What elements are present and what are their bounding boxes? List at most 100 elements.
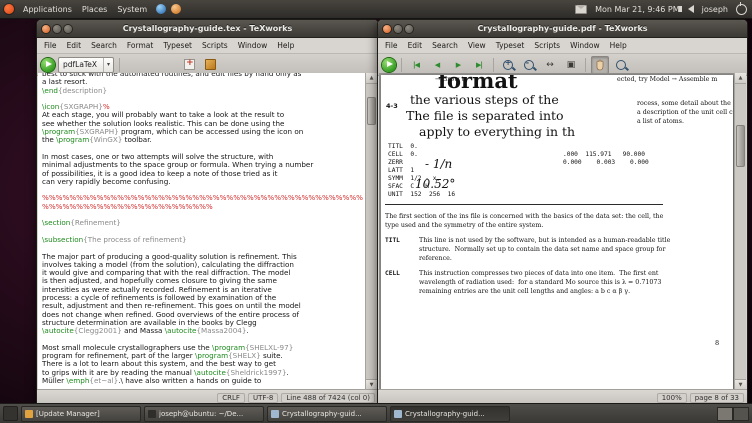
editor-menu-format[interactable]: Format	[122, 40, 158, 51]
pdf-text-fragment: CELL	[385, 270, 400, 277]
session-username[interactable]: joseph	[702, 5, 728, 14]
minimize-button[interactable]	[53, 24, 61, 33]
last-page-button[interactable]: ▶|	[470, 56, 488, 74]
maximize-button[interactable]	[405, 24, 413, 33]
zoom-in-button[interactable]: +	[499, 56, 517, 74]
close-button[interactable]	[383, 24, 391, 33]
editor-window-title: Crystallography-guide.tex - TeXworks	[122, 24, 293, 33]
taskbar-item[interactable]: Crystallography-guid...	[390, 405, 510, 422]
taskbar-item[interactable]: [Update Manager]	[21, 405, 141, 422]
power-icon[interactable]	[736, 1, 747, 15]
pdf-text-fragment: type used and the symmetry of the entire…	[385, 222, 544, 229]
line-ending-indicator[interactable]: CRLF	[217, 392, 245, 403]
editor-scroll-thumb[interactable]	[367, 97, 376, 125]
panel-menu-places[interactable]: Places	[78, 4, 111, 15]
magnifier-icon	[616, 59, 626, 70]
messaging-indicator-icon[interactable]	[575, 4, 588, 14]
pdf-menu-file[interactable]: File	[380, 40, 403, 51]
pdf-menu-edit[interactable]: Edit	[403, 40, 428, 51]
close-button[interactable]	[42, 24, 50, 33]
hand-tool-button[interactable]	[591, 55, 609, 74]
pdf-menubar: File Edit Search View Typeset Scripts Window He…	[378, 38, 747, 54]
maximize-button[interactable]	[64, 24, 72, 33]
editor-line: can very rapidly become confusing.	[42, 176, 171, 186]
pdf-text-fragment: a list of atoms.	[637, 118, 684, 125]
zoom-in-icon: +	[503, 58, 513, 70]
pdf-menu-view[interactable]: View	[463, 40, 491, 51]
volume-icon[interactable]	[678, 5, 694, 13]
taskbar-item-label: [Update Manager]	[36, 409, 100, 418]
typeset-button[interactable]	[382, 57, 396, 72]
panel-menu-system[interactable]: System	[113, 4, 151, 15]
editor-line: \end{description}	[42, 85, 108, 95]
toolbar-separator	[401, 57, 402, 72]
zoom-out-button[interactable]: -	[520, 56, 538, 74]
pdf-text-fragment: apply to everything in th	[419, 124, 576, 139]
toolbar-separator	[119, 57, 121, 72]
pdf-text-fragment: format	[438, 75, 518, 93]
workspace-2[interactable]	[733, 406, 749, 421]
scroll-up-icon[interactable]: ▲	[735, 73, 746, 84]
scroll-up-icon[interactable]: ▲	[366, 73, 377, 84]
magnifier-tool-button[interactable]	[612, 56, 630, 74]
pdf-menu-window[interactable]: Window	[565, 40, 605, 51]
texworks-icon	[271, 409, 279, 418]
texworks-icon	[394, 409, 402, 418]
editor-menu-window[interactable]: Window	[233, 40, 273, 51]
pdf-text-fragment: structure. Normally set up to contain th…	[419, 246, 666, 253]
pdf-viewport[interactable]: → Grow t format ected, try Model → Assembl…	[379, 73, 735, 390]
last-page-icon: ▶|	[476, 60, 483, 69]
editor-line: %%%%%%%%%%%%%%%%%%%%%%%%%%%%%%%%%%%%%%%%…	[42, 193, 363, 211]
previous-page-button[interactable]: ◀	[428, 56, 446, 74]
toolbar-misc-icon-1[interactable]	[180, 56, 198, 74]
pdf-menu-search[interactable]: Search	[427, 40, 463, 51]
pdf-titlebar[interactable]: Crystallography-guide.pdf - TeXworks	[378, 20, 747, 38]
clock[interactable]: Mon Mar 21, 9:46 PM	[595, 5, 680, 14]
editor-menu-search[interactable]: Search	[86, 40, 122, 51]
first-page-button[interactable]: |◀	[407, 56, 425, 74]
typeset-button[interactable]	[41, 57, 55, 72]
fit-width-button[interactable]: ↔	[541, 56, 559, 74]
typeset-engine-select[interactable]: pdfLaTeX ▾	[58, 56, 115, 73]
toolbar-misc-icon-2[interactable]	[201, 56, 219, 74]
pdf-window-title: Crystallography-guide.pdf - TeXworks	[477, 24, 648, 33]
ubuntu-logo-icon[interactable]	[4, 4, 14, 14]
pdf-menu-scripts[interactable]: Scripts	[529, 40, 565, 51]
browser-launcher-icon[interactable]	[156, 4, 167, 14]
zoom-level-indicator[interactable]: 100%	[656, 392, 687, 403]
editor-menu-scripts[interactable]: Scripts	[197, 40, 233, 51]
pdf-scrollbar[interactable]: ▲ ▼	[734, 73, 746, 390]
editor-line: Müller \emph{et~al}.\ have also written …	[42, 375, 262, 385]
pdf-text-fragment: wavelength of radiation used: for a stan…	[419, 279, 662, 286]
editor-titlebar[interactable]: Crystallography-guide.tex - TeXworks	[37, 20, 378, 38]
next-page-button[interactable]: ▶	[449, 56, 467, 74]
taskbar-item[interactable]: Crystallography-guid...	[267, 405, 387, 422]
editor-scrollbar[interactable]: ▲ ▼	[365, 73, 377, 390]
pdf-text-fragment: remaining entries are the unit cell leng…	[419, 288, 631, 295]
pdf-menu-typeset[interactable]: Typeset	[491, 40, 530, 51]
show-desktop-icon[interactable]	[3, 406, 18, 421]
pdf-text-fragment: the various steps of the	[410, 92, 559, 107]
pdf-scroll-thumb[interactable]	[736, 125, 745, 167]
toolbar-separator	[585, 57, 586, 72]
pdf-text-fragment: CELL 0.	[388, 151, 418, 158]
previous-page-icon: ◀	[434, 60, 440, 69]
editor-line: \subsection{The process of refinement}	[42, 234, 187, 244]
panel-menu-applications[interactable]: Applications	[19, 4, 76, 15]
encoding-indicator[interactable]: UTF-8	[247, 392, 279, 403]
workspace-1[interactable]	[717, 406, 733, 421]
pdf-menu-help[interactable]: Help	[605, 40, 632, 51]
editor-menu-file[interactable]: File	[39, 40, 62, 51]
workspace-switcher[interactable]	[717, 406, 749, 421]
taskbar-item[interactable]: joseph@ubuntu: ~/De...	[144, 405, 264, 422]
editor-menu-edit[interactable]: Edit	[62, 40, 87, 51]
help-launcher-icon[interactable]	[171, 4, 182, 14]
fit-window-button[interactable]: ▣	[562, 56, 580, 74]
minimize-button[interactable]	[394, 24, 402, 33]
editor-menu-help[interactable]: Help	[272, 40, 299, 51]
update-manager-icon	[25, 409, 33, 418]
taskbar-item-label: Crystallography-guid...	[405, 409, 485, 418]
editor-menu-typeset[interactable]: Typeset	[158, 40, 197, 51]
source-editor[interactable]: best to stick with the automated routine…	[38, 73, 366, 390]
pdf-text-fragment: The file is separated into	[406, 108, 564, 123]
